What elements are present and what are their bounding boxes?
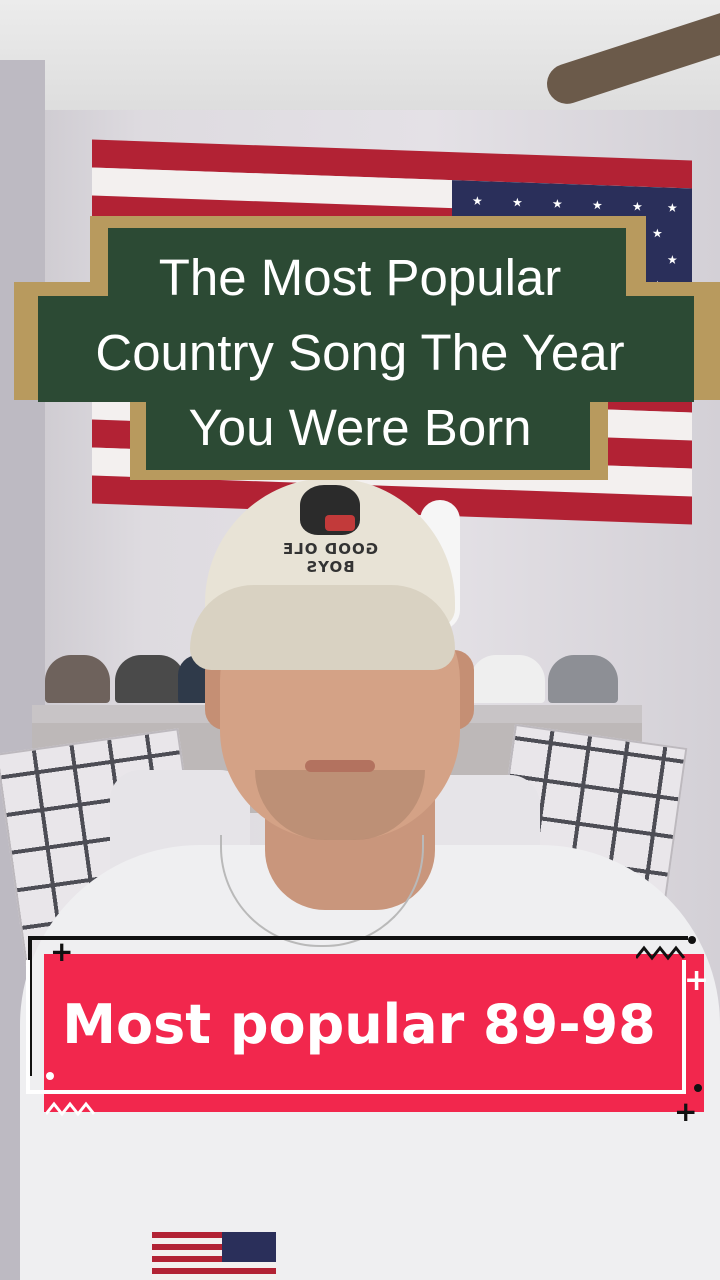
pocket-flag-icon bbox=[152, 1232, 276, 1280]
plus-icon: + bbox=[50, 935, 74, 968]
dot-icon bbox=[46, 1072, 54, 1080]
hat-brand-text: GOOD OLE BOYS bbox=[281, 540, 379, 576]
title-line-2: Country Song The Year bbox=[95, 324, 625, 381]
plus-icon: + bbox=[674, 1095, 698, 1128]
dot-icon bbox=[688, 936, 696, 944]
shelf-cap bbox=[115, 655, 185, 703]
shelf-cap bbox=[470, 655, 545, 703]
plus-icon: + bbox=[684, 963, 710, 998]
zigzag-icon bbox=[636, 945, 686, 961]
zigzag-icon bbox=[46, 1101, 96, 1117]
title-line-3: You Were Born bbox=[188, 399, 532, 456]
title-line-1: The Most Popular bbox=[158, 249, 562, 306]
person-mouth bbox=[305, 760, 375, 772]
caption-text: Most popular 89-98 bbox=[62, 993, 656, 1056]
shelf-cap bbox=[548, 655, 618, 703]
hat-bill bbox=[190, 585, 455, 670]
dot-icon bbox=[694, 1084, 702, 1092]
shelf-cap bbox=[45, 655, 110, 703]
bandana-icon bbox=[325, 515, 355, 531]
